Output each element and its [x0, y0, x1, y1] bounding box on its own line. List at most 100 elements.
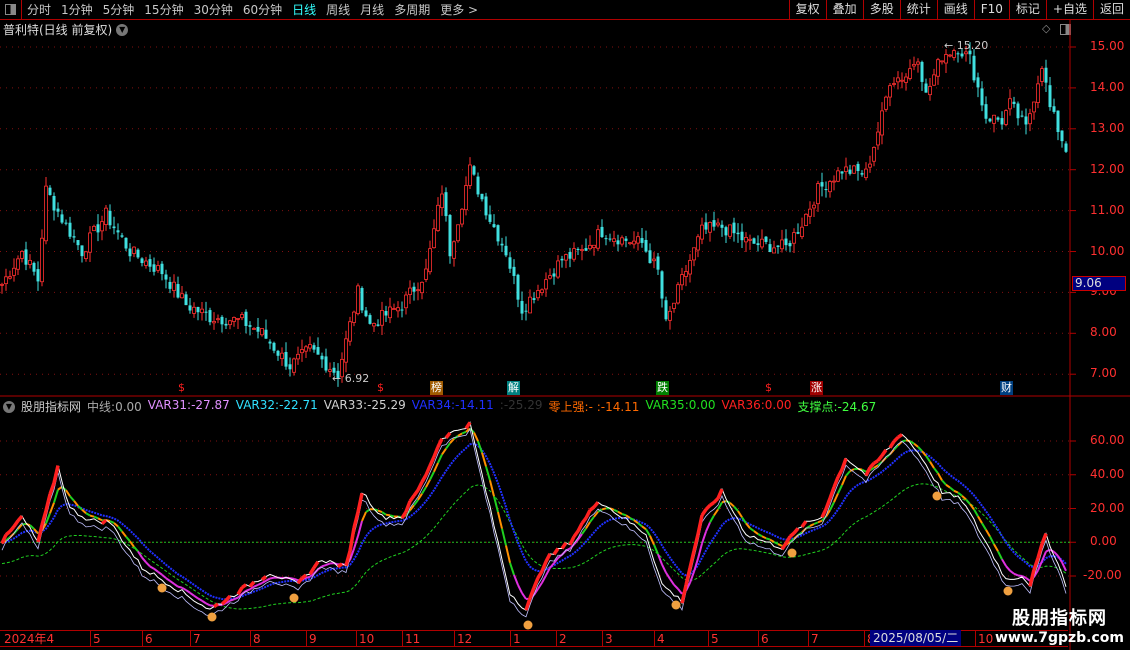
- strong-segment: [16, 515, 24, 522]
- candle-body: [136, 249, 140, 258]
- candle-body: [964, 51, 968, 55]
- candle-body: [352, 311, 356, 323]
- candle-body: [284, 352, 288, 367]
- candle-body: [260, 328, 264, 336]
- strong-segment: [312, 560, 320, 569]
- candle-body: [628, 242, 632, 245]
- price-axis-label: 13.00: [1090, 120, 1125, 135]
- candle-body: [28, 259, 32, 265]
- strong-segment: [212, 602, 220, 609]
- signal-marker[interactable]: 解: [507, 381, 520, 395]
- var32-line-segment: [985, 529, 991, 538]
- strong-segment: [788, 531, 796, 538]
- chevron-down-icon[interactable]: ▼: [3, 400, 15, 413]
- candle-body: [1028, 113, 1032, 125]
- candle-body: [156, 265, 160, 271]
- strong-segment: [408, 494, 416, 503]
- signal-marker[interactable]: 跌: [656, 381, 669, 395]
- candle-body: [404, 294, 408, 309]
- candle-body: [1064, 143, 1068, 152]
- candle-body: [496, 225, 500, 242]
- indicator-number: -14.11: [455, 398, 494, 412]
- var32-line-segment: [53, 489, 59, 504]
- var32-line-segment: [757, 533, 763, 538]
- var32-line-segment: [137, 550, 143, 559]
- candle-body: [716, 222, 720, 226]
- var32-line-segment: [245, 588, 251, 592]
- candle-body: [820, 182, 824, 187]
- candle-body: [540, 289, 544, 294]
- hand-pointer-icon: [207, 612, 217, 622]
- var32-line-segment: [845, 470, 851, 477]
- signal-marker[interactable]: $: [175, 381, 188, 395]
- var32-line-segment: [193, 594, 199, 600]
- var32-line-segment: [677, 588, 683, 595]
- signal-marker[interactable]: $: [762, 381, 775, 395]
- date-axis-label: 10: [975, 631, 993, 647]
- candle-body: [64, 222, 68, 224]
- candle-body: [484, 196, 488, 216]
- var32-line-segment: [617, 510, 623, 515]
- indicator-value: VAR35:0.00: [645, 398, 715, 415]
- var32-line-segment: [97, 517, 103, 522]
- indicator-value: :-25.29: [500, 398, 543, 415]
- strong-segment: [248, 580, 256, 588]
- strong-segment: [880, 448, 888, 457]
- var32-line-segment: [149, 565, 155, 570]
- candle-body: [84, 251, 88, 259]
- indicator-value: VAR33:-25.29: [324, 398, 406, 415]
- candle-body: [684, 271, 688, 277]
- hand-pointer-icon: [157, 583, 167, 593]
- candle-body: [584, 248, 588, 251]
- strong-segment: [552, 547, 560, 556]
- strong-segment: [712, 497, 720, 504]
- candle-body: [164, 274, 168, 280]
- candle-body: [528, 296, 532, 314]
- candle-body: [844, 166, 848, 172]
- candle-body: [904, 76, 908, 83]
- candle-body: [216, 318, 220, 321]
- candle-body: [264, 329, 268, 339]
- var32-line-segment: [497, 511, 503, 529]
- strong-segment: [1028, 569, 1036, 587]
- signal-marker[interactable]: $: [374, 381, 387, 395]
- var32-line-segment: [1013, 572, 1019, 577]
- signal-marker[interactable]: 财: [1000, 381, 1013, 395]
- candle-body: [596, 229, 600, 249]
- price-axis-label: 7.00: [1090, 366, 1117, 381]
- price-axis-label: 10.00: [1090, 243, 1125, 258]
- watermark: 股朋指标网 www.7gpzb.com: [995, 604, 1124, 646]
- candle-body: [24, 249, 28, 265]
- indicator-value: 零上强:- :-14.11: [549, 398, 640, 415]
- candle-body: [772, 247, 776, 254]
- strong-segment: [52, 465, 60, 484]
- var32-line-segment: [613, 508, 619, 513]
- signal-marker[interactable]: 涨: [810, 381, 823, 395]
- signal-marker[interactable]: 榜: [430, 381, 443, 395]
- candle-body: [736, 232, 740, 235]
- strong-segment: [544, 553, 552, 563]
- candle-body: [224, 323, 228, 326]
- var32-line-segment: [1009, 569, 1015, 575]
- indicator-axis-label: 40.00: [1090, 466, 1125, 481]
- strong-segment: [692, 533, 700, 552]
- candle-body: [32, 262, 36, 272]
- var32-line-segment: [157, 571, 163, 576]
- strong-segment: [873, 459, 879, 465]
- candle-body: [1032, 101, 1036, 113]
- strong-segment: [12, 519, 20, 528]
- chart-canvas[interactable]: ← 15.20 ← 6.92: [0, 0, 1130, 650]
- candle-body: [368, 315, 372, 324]
- candle-body: [880, 110, 884, 136]
- candle-body: [572, 248, 576, 260]
- candle-body: [208, 310, 212, 323]
- var32-line-segment: [141, 556, 147, 563]
- candle-body: [1044, 67, 1048, 83]
- var32-line-segment: [89, 514, 95, 518]
- var32-line-segment: [817, 519, 823, 524]
- candle-body: [476, 176, 480, 195]
- date-axis-label: 12: [454, 631, 472, 647]
- strong-segment: [576, 522, 584, 532]
- candle-body: [364, 310, 368, 317]
- candle-body: [600, 226, 604, 238]
